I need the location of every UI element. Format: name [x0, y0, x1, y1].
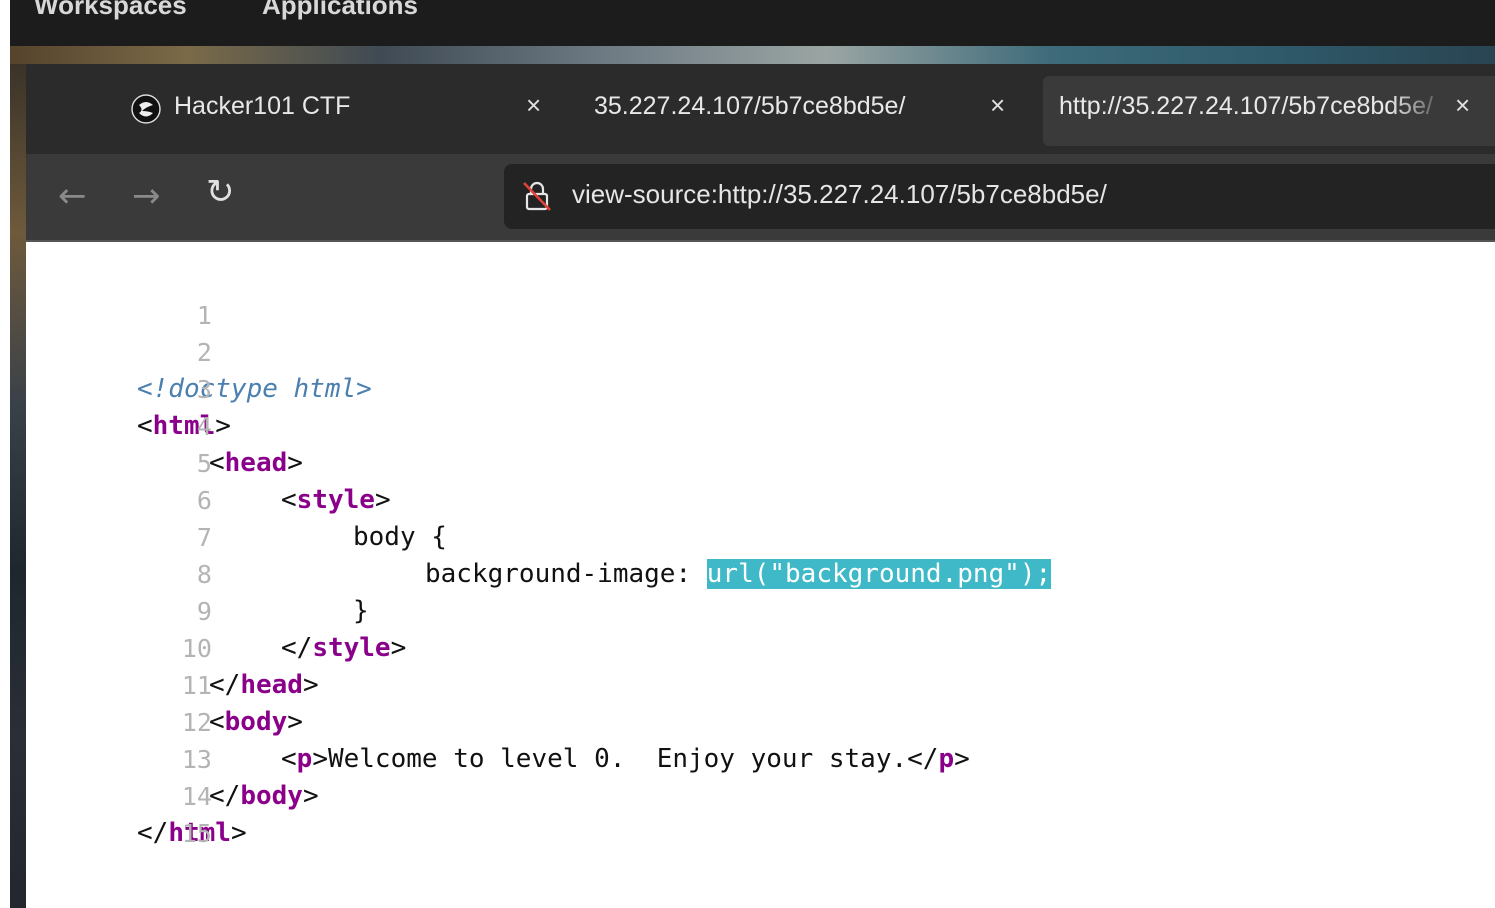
line-number: 12: [181, 708, 212, 737]
line-number: 14: [181, 782, 212, 811]
source-line: 11 <body>: [26, 630, 303, 737]
line-number: 11: [181, 671, 212, 700]
tab-hacker101-ctf[interactable]: Hacker101 CTF ×: [26, 76, 566, 146]
workspaces-menu[interactable]: Workspaces: [34, 0, 187, 21]
code-text: </head>: [209, 670, 319, 700]
source-line: 15: [26, 778, 212, 848]
line-number: 1: [196, 301, 212, 330]
desktop-top-bar: Workspaces Applications: [10, 0, 1495, 46]
tab-source-page[interactable]: 35.227.24.107/5b7ce8bd5e/ ×: [586, 76, 1026, 146]
url-text[interactable]: view-source:http://35.227.24.107/5b7ce8b…: [572, 179, 1107, 210]
source-line: 1: [26, 260, 212, 330]
source-line: 7 background-image: url("background.png"…: [26, 482, 1052, 589]
line-number: 2: [196, 338, 212, 367]
tab-close-icon[interactable]: ×: [990, 90, 1005, 121]
code-text: body {: [353, 522, 447, 552]
code-text: }: [353, 596, 369, 626]
tab-title: Hacker101 CTF: [174, 92, 351, 120]
address-bar[interactable]: view-source:http://35.227.24.107/5b7ce8b…: [504, 164, 1495, 229]
source-line: 12 <p>Welcome to level 0. Enjoy your sta…: [26, 667, 970, 774]
tag-name: p: [938, 744, 955, 774]
line-number: 3: [196, 375, 212, 404]
source-line: 3 <html>: [26, 334, 231, 441]
source-line: 8 }: [26, 519, 369, 626]
tag-name: style: [312, 633, 391, 663]
source-line: 6 body {: [26, 445, 447, 552]
line-number: 7: [196, 523, 212, 552]
line-number: 15: [181, 819, 212, 848]
code-text: <style>: [281, 485, 391, 515]
source-line: 14 </html>: [26, 741, 247, 848]
line-number: 6: [196, 486, 212, 515]
source-line: 5 <style>: [26, 408, 391, 515]
source-view: 1 2 <!doctype html> 3 <html> 4 <head> 5 …: [26, 242, 1495, 908]
tab-title: 35.227.24.107/5b7ce8bd5e/: [594, 92, 906, 120]
insecure-lock-icon[interactable]: [520, 179, 554, 213]
source-line: 4 <head>: [26, 371, 303, 478]
tag-name: head: [224, 448, 288, 478]
tab-title: http://35.227.24.107/5b7ce8bd5e/: [1059, 92, 1433, 120]
code-text: <head>: [209, 448, 303, 478]
line-number: 4: [196, 412, 212, 441]
code-text: background-image: url("background.png");: [425, 559, 1052, 589]
applications-menu[interactable]: Applications: [262, 0, 418, 21]
tab-active-view-source[interactable]: http://35.227.24.107/5b7ce8bd5e/ ×: [1043, 76, 1495, 146]
desktop-wallpaper-edge: [10, 64, 26, 908]
source-line: 10 </head>: [26, 593, 319, 700]
code-text: </body>: [209, 781, 319, 811]
line-number: 13: [181, 745, 212, 774]
line-number: 5: [196, 449, 212, 478]
code-text: <body>: [209, 707, 303, 737]
tab-bar: Hacker101 CTF × 35.227.24.107/5b7ce8bd5e…: [26, 64, 1495, 154]
hacker101-logo-icon: [131, 94, 161, 124]
code-text: </style>: [281, 633, 407, 663]
tag-name: body: [224, 707, 288, 737]
source-line: 13 </body>: [26, 704, 319, 811]
code-text: <p>Welcome to level 0. Enjoy your stay.<…: [281, 744, 970, 774]
forward-button[interactable]: →: [132, 176, 161, 216]
paragraph-text: Welcome to level 0. Enjoy your stay.: [327, 744, 908, 774]
browser-window: Hacker101 CTF × 35.227.24.107/5b7ce8bd5e…: [26, 64, 1495, 908]
tag-name: p: [296, 744, 313, 774]
line-number: 10: [181, 634, 212, 663]
desktop-wallpaper-strip: [10, 46, 1495, 64]
line-number: 8: [196, 560, 212, 589]
source-line: 2 <!doctype html>: [26, 297, 372, 404]
source-line: 9 </style>: [26, 556, 406, 663]
tab-close-icon[interactable]: ×: [526, 90, 541, 121]
back-button[interactable]: ←: [58, 176, 87, 216]
reload-button[interactable]: ↻: [206, 172, 235, 212]
tag-name: head: [240, 670, 303, 700]
tab-close-icon[interactable]: ×: [1455, 90, 1470, 121]
selected-text[interactable]: url("background.png");: [706, 559, 1052, 589]
navigation-bar: ← → ↻ view-source:http://35.227.24.107/5…: [26, 154, 1495, 242]
tag-name: body: [240, 781, 303, 811]
line-number: 9: [196, 597, 212, 626]
tag-name: style: [296, 485, 375, 515]
